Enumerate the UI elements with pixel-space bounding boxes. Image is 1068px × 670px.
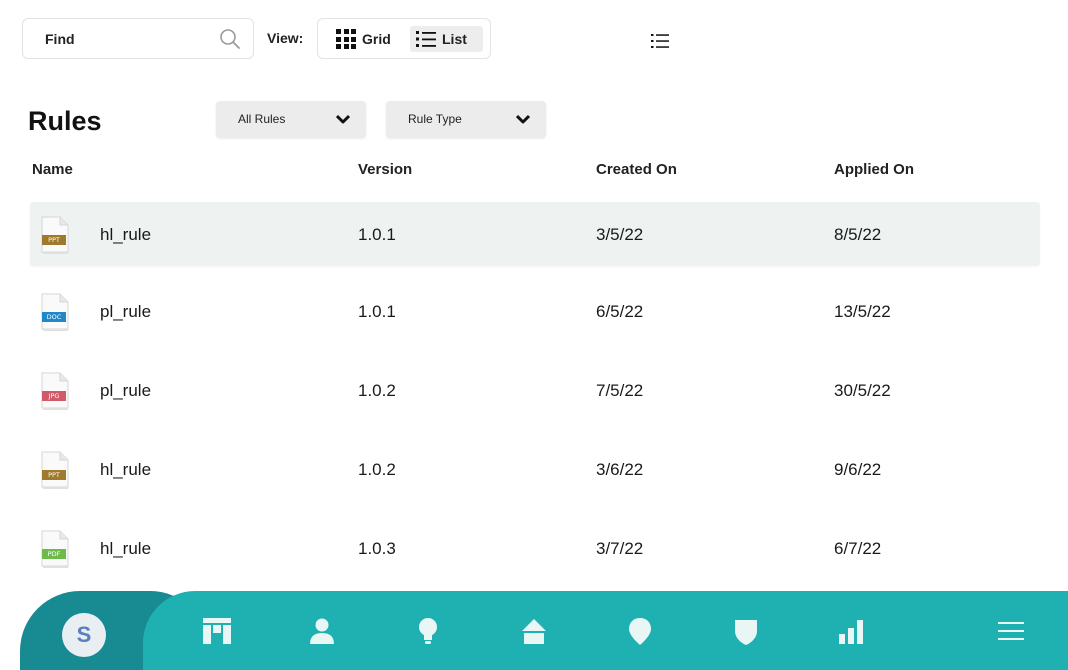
shield-icon[interactable]: [731, 616, 761, 646]
file-ppt-icon: PPT: [40, 216, 70, 254]
grid-icon: [336, 29, 356, 49]
cell-version: 1.0.1: [358, 225, 396, 244]
all-rules-label: All Rules: [238, 112, 286, 126]
file-type-label: PPT: [48, 471, 60, 479]
location-pin-icon[interactable]: [625, 616, 655, 646]
cell-created: 3/6/22: [596, 460, 644, 479]
chevron-down-icon: [516, 114, 530, 124]
rule-type-label: Rule Type: [408, 112, 462, 126]
column-header-name[interactable]: Name: [32, 161, 73, 178]
cell-version: 1.0.1: [358, 302, 396, 321]
file-doc-icon: DOC: [40, 293, 70, 331]
cell-version: 1.0.2: [358, 460, 396, 479]
table-row[interactable]: PPT hl_rule 1.0.1 3/5/22 8/5/22: [30, 202, 1040, 266]
grid-view-label: Grid: [362, 31, 391, 47]
lightbulb-icon[interactable]: [413, 616, 443, 646]
cell-version: 1.0.2: [358, 381, 396, 400]
cell-name: pl_rule: [100, 302, 152, 321]
all-rules-dropdown[interactable]: All Rules: [216, 101, 366, 138]
nav-background: [143, 591, 1068, 670]
bottom-navigation: S: [0, 591, 1068, 670]
cell-name: pl_rule: [100, 381, 152, 400]
hamburger-menu-icon[interactable]: [996, 616, 1026, 646]
cell-name: hl_rule: [100, 539, 152, 558]
view-label: View:: [267, 30, 304, 46]
file-pdf-icon: PDF: [40, 530, 70, 568]
avatar[interactable]: S: [62, 613, 106, 657]
table-row[interactable]: JPG pl_rule 1.0.2 7/5/22 30/5/22: [30, 358, 1040, 422]
grid-view-button[interactable]: Grid: [330, 26, 397, 52]
cell-applied: 30/5/22: [834, 381, 891, 400]
file-ppt-icon: PPT: [40, 451, 70, 489]
rule-type-dropdown[interactable]: Rule Type: [386, 101, 546, 138]
cell-applied: 8/5/22: [834, 225, 882, 244]
column-header-version[interactable]: Version: [358, 161, 412, 178]
file-type-label: DOC: [46, 313, 62, 321]
list-view-button[interactable]: List: [410, 26, 483, 52]
bar-chart-icon[interactable]: [837, 616, 867, 646]
cell-version: 1.0.3: [358, 539, 396, 558]
file-jpg-icon: JPG: [40, 372, 70, 410]
cell-name: hl_rule: [100, 225, 152, 244]
cell-created: 3/7/22: [596, 539, 644, 558]
chevron-down-icon: [336, 114, 350, 124]
cell-applied: 9/6/22: [834, 460, 882, 479]
file-type-label: PDF: [47, 550, 61, 558]
cell-name: hl_rule: [100, 460, 152, 479]
search-placeholder: Find: [45, 31, 75, 47]
search-input[interactable]: Find: [22, 18, 254, 59]
dashboard-icon[interactable]: [202, 616, 232, 646]
column-header-applied[interactable]: Applied On: [834, 161, 914, 178]
column-header-created[interactable]: Created On: [596, 161, 677, 178]
file-type-label: PPT: [48, 236, 60, 244]
table-row[interactable]: PPT hl_rule 1.0.2 3/6/22 9/6/22: [30, 437, 1040, 501]
search-icon[interactable]: [219, 28, 241, 50]
cell-applied: 6/7/22: [834, 539, 882, 558]
table-row[interactable]: DOC pl_rule 1.0.1 6/5/22 13/5/22: [30, 279, 1040, 343]
table-row[interactable]: PDF hl_rule 1.0.3 3/7/22 6/7/22: [30, 516, 1040, 580]
page-title: Rules: [28, 106, 102, 136]
cell-created: 6/5/22: [596, 302, 644, 321]
cell-created: 3/5/22: [596, 225, 644, 244]
view-toggle: Grid List: [317, 18, 491, 59]
list-icon: [416, 31, 436, 47]
home-icon[interactable]: [519, 616, 549, 646]
file-type-label: JPG: [48, 392, 60, 400]
list-view-label: List: [442, 31, 467, 47]
user-icon[interactable]: [307, 616, 337, 646]
cell-applied: 13/5/22: [834, 302, 891, 321]
cell-created: 7/5/22: [596, 381, 644, 400]
list-options-icon[interactable]: [650, 32, 670, 50]
